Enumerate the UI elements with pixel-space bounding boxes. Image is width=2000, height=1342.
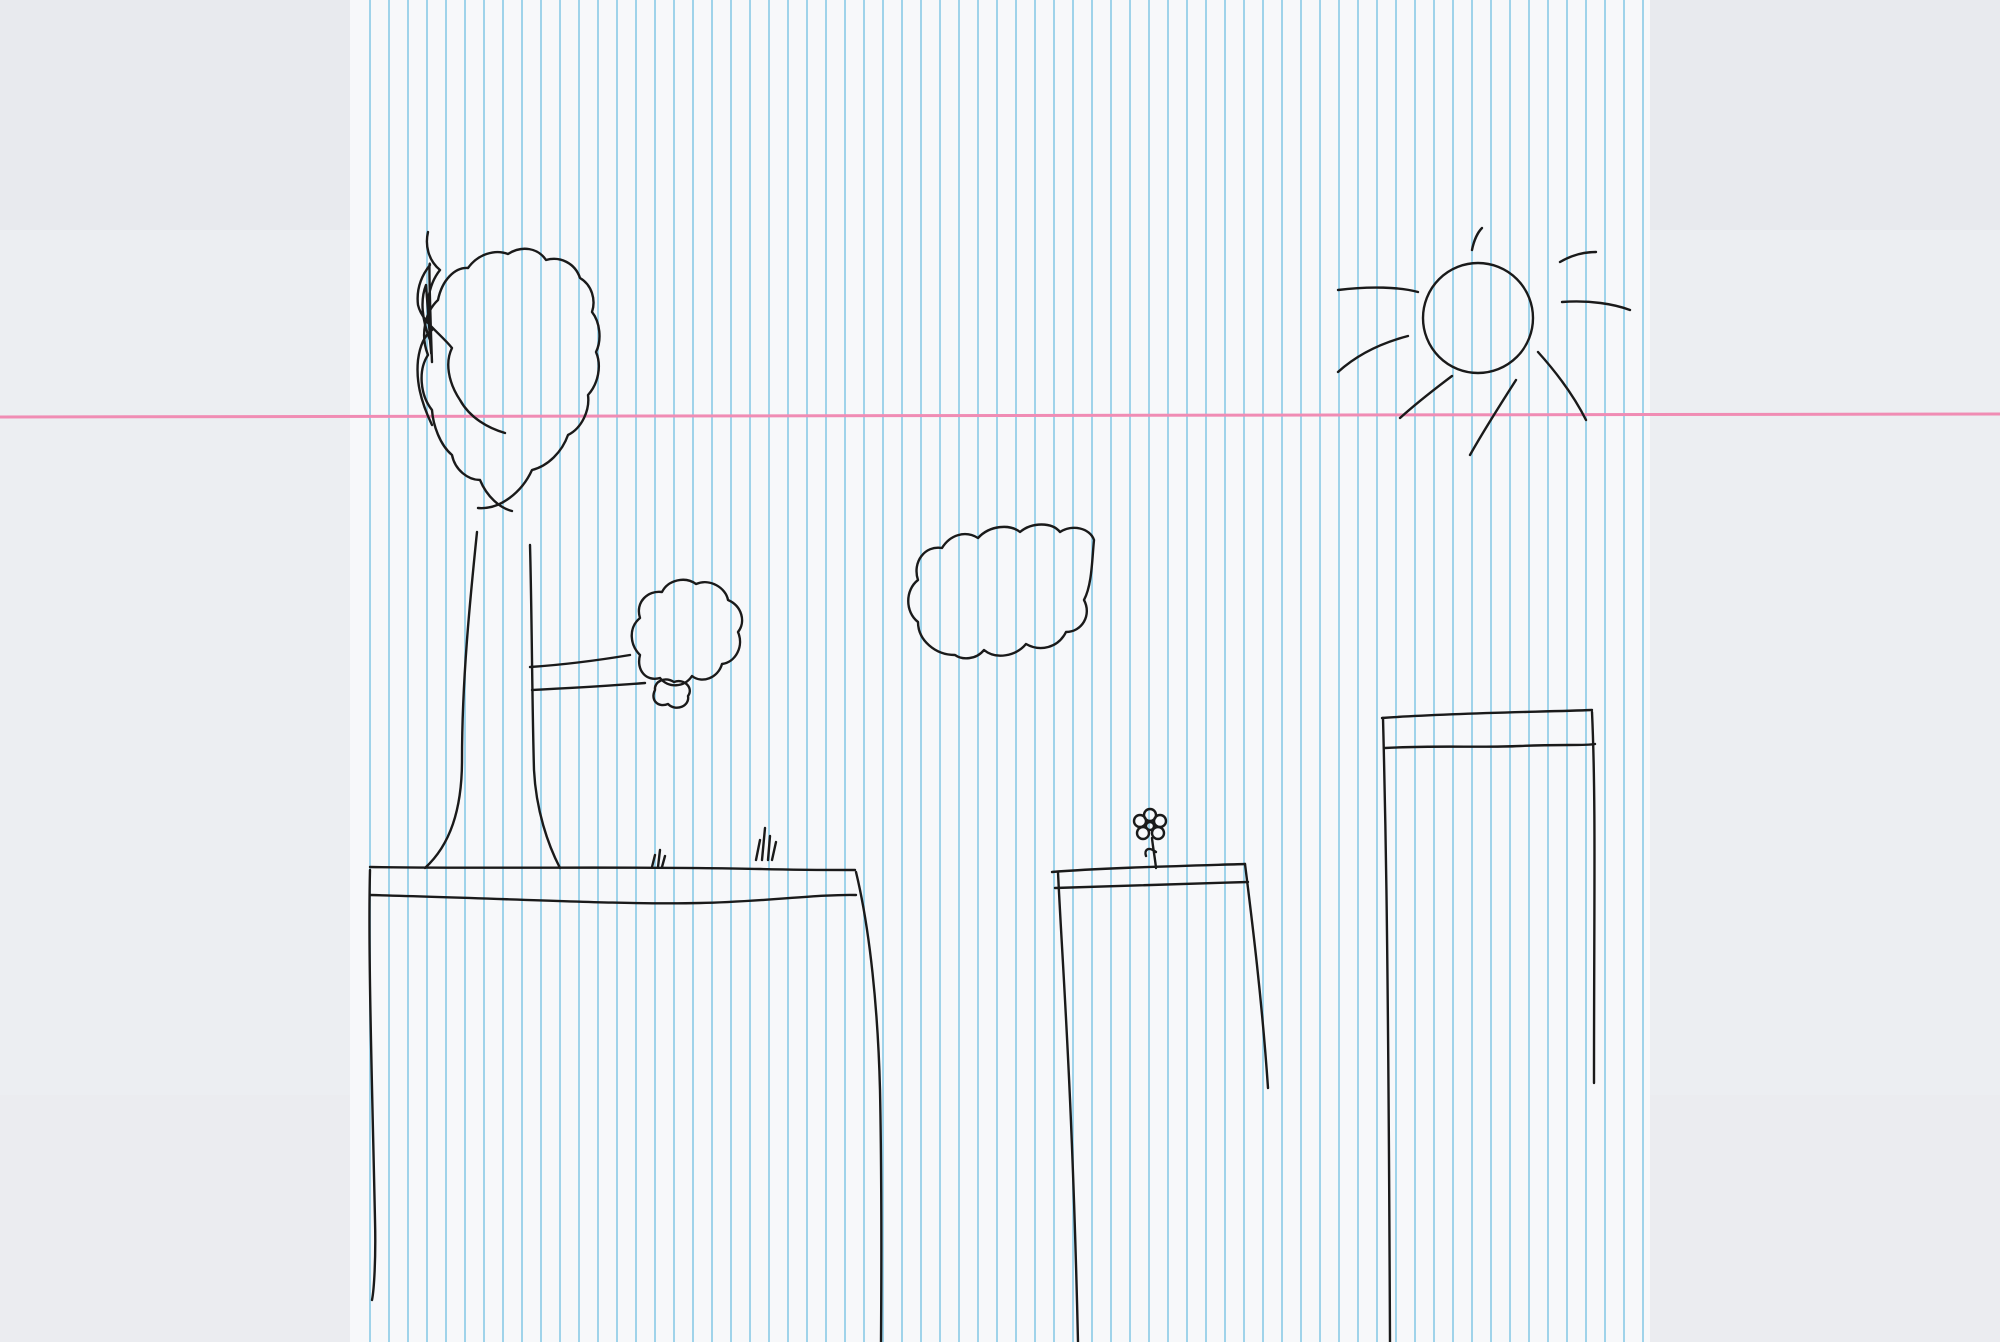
floating-bush <box>630 578 744 687</box>
tree-canopy-outline <box>420 247 601 513</box>
tree-trunk-right <box>528 543 562 870</box>
sun <box>1421 261 1535 375</box>
cloud <box>907 523 1096 660</box>
right-pillar-top <box>1380 708 1594 720</box>
middle-pillar-surface <box>1053 880 1250 890</box>
paper-margin-line <box>0 412 2000 419</box>
left-cliff-right-wall <box>854 870 883 1342</box>
tree-trunk-left <box>423 530 479 870</box>
left-cliff-surface <box>368 893 858 905</box>
paper-rule-lines <box>369 0 1644 1342</box>
floating-bush-knot <box>652 678 691 709</box>
drawing-canvas <box>0 0 2000 1342</box>
left-cliff-top <box>368 865 857 872</box>
tree-canopy <box>416 230 507 435</box>
grass-tuft-1 <box>650 848 667 869</box>
right-pillar-right-wall <box>1590 710 1596 1085</box>
tree-branch <box>528 653 647 692</box>
middle-pillar-left-wall <box>1056 870 1080 1342</box>
middle-pillar-right-wall <box>1243 862 1270 1090</box>
grass-tuft-2 <box>754 826 778 862</box>
right-pillar-left-wall <box>1381 716 1392 1342</box>
sketch-scene <box>0 0 2000 1342</box>
